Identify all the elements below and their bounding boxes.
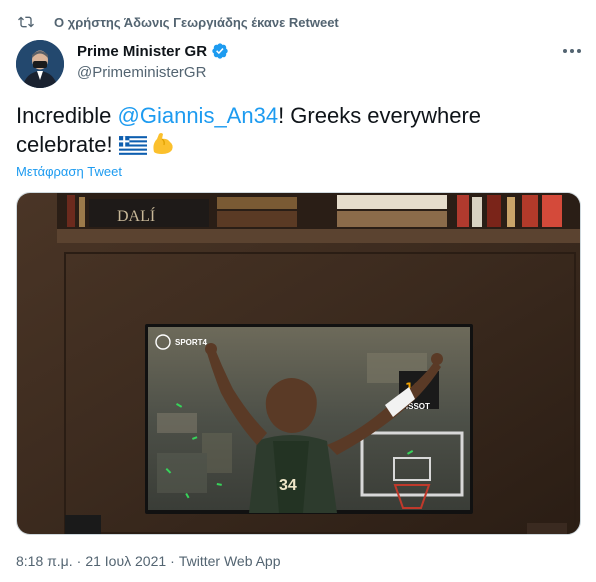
avatar[interactable] bbox=[16, 40, 64, 88]
separator: · bbox=[170, 553, 175, 569]
author-name[interactable]: Prime Minister GR bbox=[77, 43, 207, 60]
verified-badge-icon bbox=[212, 43, 228, 59]
greek-flag-icon bbox=[118, 136, 147, 155]
tweet-time[interactable]: 8:18 π.μ. bbox=[16, 553, 73, 569]
mention-link[interactable]: @Giannis_An34 bbox=[118, 103, 279, 128]
tweet-photo[interactable]: DALÍ TISSOT 34 SPORT4 bbox=[16, 192, 581, 535]
tweet-date[interactable]: 21 Ιουλ 2021 bbox=[85, 553, 166, 569]
flexed-biceps-icon bbox=[153, 133, 173, 154]
tweet-text-prefix: Incredible bbox=[16, 103, 118, 128]
retweet-context[interactable]: Ο χρήστης Άδωνις Γεωργιάδης έκανε Retwee… bbox=[16, 12, 339, 32]
tweet-metadata: 8:18 π.μ. · 21 Ιουλ 2021 · Twitter Web A… bbox=[16, 553, 281, 569]
retweet-text: Ο χρήστης Άδωνις Γεωργιάδης έκανε Retwee… bbox=[54, 14, 339, 30]
retweet-icon bbox=[18, 16, 34, 28]
jersey-number: 34 bbox=[279, 477, 297, 494]
tweet-text-rest: ! Greeks everywhere bbox=[278, 103, 482, 128]
tweet-source: Twitter Web App bbox=[178, 553, 281, 569]
more-options-icon[interactable] bbox=[560, 42, 584, 60]
translate-tweet-link[interactable]: Μετάφραση Tweet bbox=[16, 164, 122, 179]
shelf-book-title: DALÍ bbox=[117, 206, 155, 225]
tweet-text: Incredible @Giannis_An34! Greeks everywh… bbox=[16, 102, 576, 159]
separator: · bbox=[76, 553, 82, 569]
author-handle[interactable]: @PrimeministerGR bbox=[77, 64, 206, 81]
tweet-text-line2: celebrate! bbox=[16, 132, 113, 157]
channel-logo: SPORT4 bbox=[175, 338, 208, 347]
